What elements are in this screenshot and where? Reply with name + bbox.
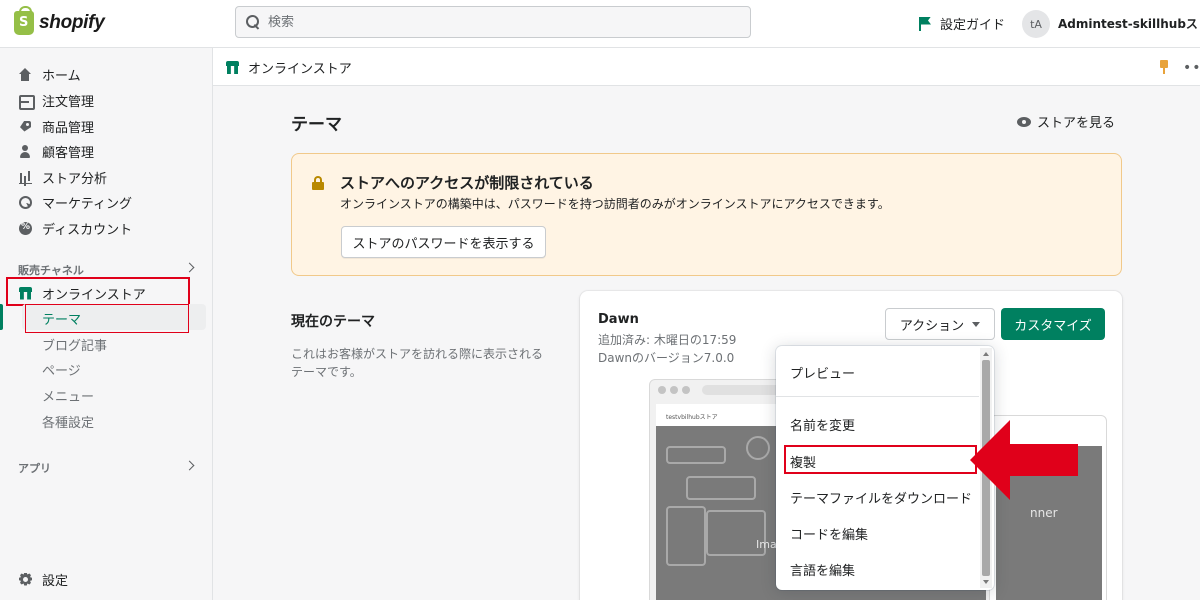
sidebar-sub-item-menu[interactable]: メニュー bbox=[42, 386, 94, 405]
avatar[interactable]: tA bbox=[1022, 10, 1050, 38]
sidebar-sub-item-preferences[interactable]: 各種設定 bbox=[42, 412, 94, 431]
sidebar-item-analytics[interactable]: ストア分析 bbox=[18, 167, 107, 187]
tag-icon bbox=[18, 119, 33, 134]
view-store-label: ストアを見る bbox=[1037, 116, 1116, 131]
pin-icon[interactable] bbox=[1158, 60, 1170, 74]
glasses-icon bbox=[666, 506, 706, 566]
chevron-right-icon[interactable] bbox=[184, 460, 195, 471]
breadcrumb-label: オンラインストア bbox=[248, 62, 352, 77]
discount-icon bbox=[18, 221, 33, 236]
theme-version: Dawnのバージョン7.0.0 bbox=[598, 351, 735, 365]
sidebar-item-label: 設定 bbox=[42, 573, 69, 589]
menu-item-edit-languages[interactable]: 言語を編集 bbox=[790, 560, 855, 579]
camera-strap-icon bbox=[686, 476, 756, 500]
sidebar-item-label: 注文管理 bbox=[42, 94, 95, 110]
more-icon[interactable]: ••• bbox=[1183, 60, 1200, 76]
breadcrumb-online-store[interactable]: オンラインストア bbox=[225, 58, 352, 77]
scroll-down-icon[interactable] bbox=[983, 580, 989, 584]
banner-title: ストアへのアクセスが制限されている bbox=[340, 174, 594, 192]
logo-text: shopify bbox=[39, 12, 105, 33]
password-banner: ストアへのアクセスが制限されている オンラインストアの構築中は、パスワードを持つ… bbox=[291, 153, 1122, 276]
sidebar-item-settings[interactable]: 設定 bbox=[18, 569, 68, 589]
sidebar-item-home[interactable]: ホーム bbox=[18, 64, 81, 84]
sidebar-item-label: マーケティング bbox=[42, 196, 132, 212]
sidebar-item-label: ストア分析 bbox=[42, 171, 108, 187]
setup-guide-link[interactable]: 設定ガイド bbox=[918, 14, 1005, 33]
search-bar[interactable] bbox=[235, 6, 751, 38]
menu-item-rename[interactable]: 名前を変更 bbox=[790, 415, 855, 434]
customize-button[interactable]: カスタマイズ bbox=[1001, 308, 1105, 340]
preview-store-name: testvbilhubストア bbox=[666, 414, 718, 421]
theme-added: 追加済み: 木曜日の17:59 bbox=[598, 333, 737, 347]
actions-label: アクション bbox=[899, 318, 965, 334]
sidebar-item-marketing[interactable]: マーケティング bbox=[18, 192, 132, 212]
window-dot-icon bbox=[670, 386, 678, 394]
sidebar-item-label: 商品管理 bbox=[42, 120, 95, 136]
search-input[interactable] bbox=[268, 14, 668, 30]
menu-item-download-theme[interactable]: テーマファイルをダウンロード bbox=[790, 488, 972, 507]
highlight-online-store bbox=[6, 277, 190, 306]
active-indicator bbox=[0, 304, 3, 330]
red-arrow-icon bbox=[970, 420, 1078, 500]
gear-icon bbox=[18, 572, 33, 587]
eye-icon bbox=[1017, 116, 1031, 127]
highlight-duplicate bbox=[784, 445, 977, 474]
account-name[interactable]: Admintest-skillhubスト... bbox=[1058, 15, 1198, 32]
current-theme-description: これはお客様がストアを訪れる際に表示されるテーマです。 bbox=[291, 347, 544, 379]
sidebar-sub-item-pages[interactable]: ページ bbox=[42, 360, 81, 379]
sidebar-item-label: 顧客管理 bbox=[42, 145, 95, 161]
store-icon bbox=[225, 60, 240, 75]
view-store-link[interactable]: ストアを見る bbox=[1017, 112, 1115, 131]
sales-channels-label: 販売チャネル bbox=[18, 264, 84, 277]
show-password-button[interactable]: ストアのパスワードを表示する bbox=[341, 226, 546, 258]
shopify-bag-icon bbox=[14, 6, 34, 35]
caret-down-icon bbox=[972, 321, 981, 327]
top-bar: shopify 設定ガイド tA Admintest-skillhubスト... bbox=[0, 0, 1200, 48]
setup-guide-label: 設定ガイド bbox=[940, 18, 1006, 33]
apps-label[interactable]: アプリ bbox=[18, 460, 51, 476]
home-icon bbox=[18, 67, 33, 82]
sidebar-item-products[interactable]: 商品管理 bbox=[18, 116, 94, 136]
person-icon bbox=[18, 144, 33, 159]
menu-divider bbox=[776, 396, 979, 397]
inbox-icon bbox=[18, 93, 35, 110]
flag-icon bbox=[918, 16, 932, 31]
watch-icon bbox=[666, 446, 726, 464]
current-theme-title: 現在のテーマ bbox=[291, 314, 375, 330]
window-dot-icon bbox=[658, 386, 666, 394]
mobile-hero-text: nner bbox=[1030, 506, 1058, 520]
page-title: テーマ bbox=[291, 115, 342, 135]
window-dot-icon bbox=[682, 386, 690, 394]
menu-item-edit-code[interactable]: コードを編集 bbox=[790, 524, 868, 543]
sidebar-item-customers[interactable]: 顧客管理 bbox=[18, 141, 94, 161]
highlight-themes bbox=[25, 304, 189, 333]
sidebar-item-orders[interactable]: 注文管理 bbox=[18, 90, 94, 110]
lens-icon bbox=[746, 436, 770, 460]
lock-icon bbox=[312, 176, 324, 190]
shopify-logo[interactable]: shopify bbox=[14, 6, 105, 35]
chevron-right-icon[interactable] bbox=[184, 262, 195, 273]
banner-text: オンラインストアの構築中は、パスワードを持つ訪問者のみがオンラインストアにアクセ… bbox=[340, 197, 890, 211]
scroll-up-icon[interactable] bbox=[983, 352, 989, 356]
theme-name: Dawn bbox=[598, 312, 639, 327]
bar-chart-icon bbox=[18, 170, 33, 185]
sidebar: ホーム 注文管理 商品管理 顧客管理 ストア分析 マーケティング ディスカウント… bbox=[0, 48, 213, 600]
search-icon bbox=[246, 15, 260, 29]
sidebar-sub-item-blog[interactable]: ブログ記事 bbox=[42, 335, 107, 354]
sidebar-item-label: ディスカウント bbox=[42, 222, 133, 238]
menu-item-preview[interactable]: プレビュー bbox=[790, 363, 855, 382]
actions-button[interactable]: アクション bbox=[885, 308, 995, 340]
breadcrumb: オンラインストア ••• bbox=[213, 48, 1200, 86]
sidebar-item-label: ホーム bbox=[42, 68, 81, 84]
target-icon bbox=[18, 195, 33, 210]
sidebar-item-discounts[interactable]: ディスカウント bbox=[18, 218, 132, 238]
